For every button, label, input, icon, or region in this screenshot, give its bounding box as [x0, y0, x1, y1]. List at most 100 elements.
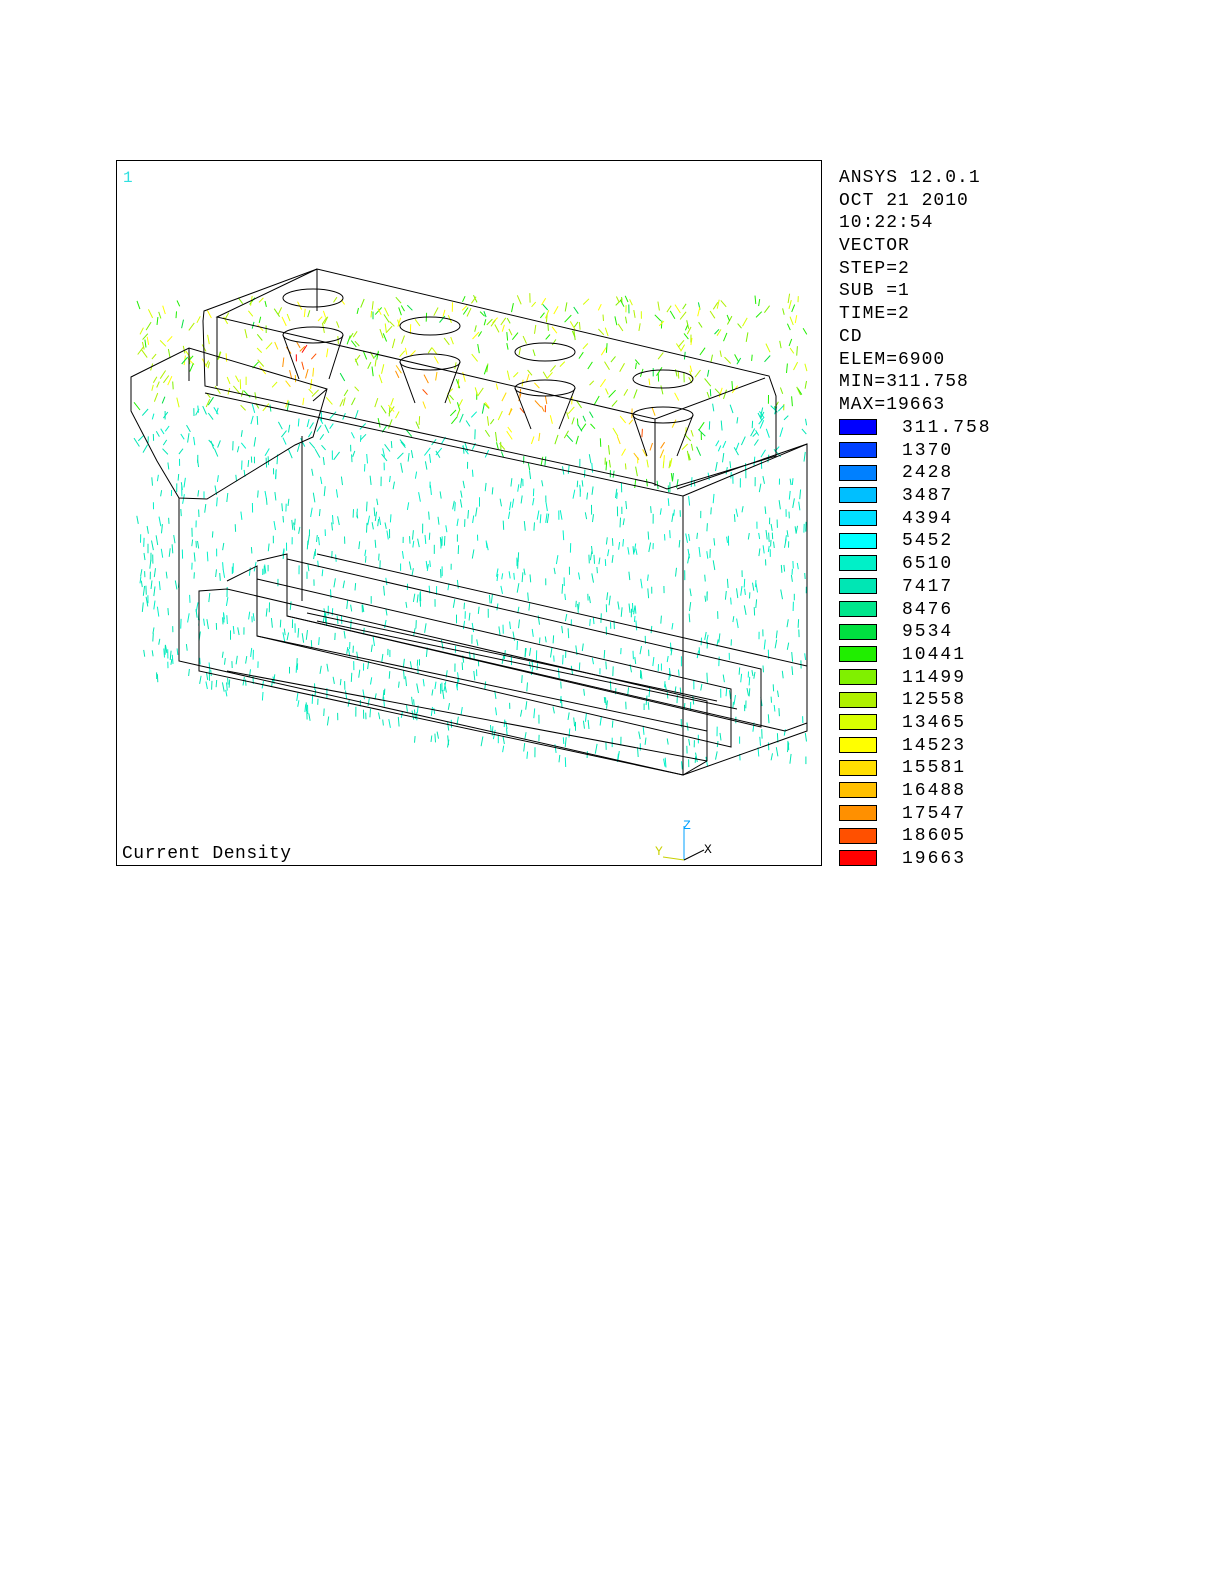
vector-arrow [779, 387, 784, 394]
vector-arrow [399, 350, 406, 358]
vector-arrow [745, 332, 749, 342]
vector-arrow [488, 594, 491, 604]
vector-arrow [265, 342, 273, 350]
vector-arrow [337, 516, 340, 526]
vector-arrow [635, 362, 637, 369]
vector-arrow [314, 448, 321, 458]
legend-swatch [839, 827, 877, 844]
vector-arrow [549, 415, 553, 424]
vector-arrow [141, 349, 148, 358]
vector-arrow [666, 692, 669, 699]
vector-arrow [352, 450, 356, 457]
vector-arrow [783, 415, 789, 421]
vector-arrow [454, 502, 456, 512]
vector-arrow [189, 363, 194, 372]
vector-arrow [805, 418, 808, 426]
vector-arrow [649, 442, 653, 451]
vector-arrow [197, 540, 200, 549]
vector-arrow [424, 534, 427, 544]
vector-arrow [612, 427, 619, 437]
vector-arrow [434, 681, 437, 690]
vector-arrow [199, 675, 202, 684]
vector-arrow [765, 428, 770, 438]
vector-arrow [152, 376, 158, 383]
vector-arrow [306, 419, 310, 428]
vector-arrow [162, 439, 168, 446]
plot-viewport[interactable]: Z Y X 1 Current Density [116, 160, 822, 866]
vector-arrow [445, 525, 448, 533]
vector-arrow [170, 658, 173, 665]
vector-arrow [409, 536, 411, 544]
vector-arrow [527, 369, 533, 376]
vector-arrow [529, 470, 532, 480]
vector-arrow [428, 511, 430, 520]
vector-arrow [521, 675, 523, 684]
vector-arrow [477, 606, 480, 614]
vector-arrow [141, 408, 149, 416]
vector-arrow [384, 443, 391, 452]
vector-arrow [780, 589, 783, 600]
vector-arrow [753, 456, 756, 466]
vector-arrow [322, 310, 327, 318]
vector-arrow [611, 400, 618, 407]
vector-arrow [783, 564, 786, 572]
vector-arrow [610, 356, 616, 363]
vector-arrow [495, 383, 499, 390]
vector-arrow [308, 713, 311, 721]
vector-arrow [160, 490, 163, 497]
vector-arrow [390, 398, 394, 406]
vector-arrow [719, 350, 722, 357]
vector-arrow [804, 732, 807, 742]
vector-arrow [225, 353, 228, 362]
info-substep: SUB =1 [839, 281, 910, 302]
vector-arrow [339, 372, 346, 382]
vector-arrow [611, 538, 614, 546]
info-max: MAX=19663 [839, 394, 946, 415]
vector-arrow [797, 619, 800, 628]
vector-arrow [803, 451, 806, 462]
vector-arrow [688, 496, 691, 506]
vector-arrow [240, 390, 244, 397]
vector-arrow [646, 478, 648, 487]
vector-arrow [704, 595, 707, 602]
vector-arrow [591, 462, 594, 473]
vector-arrow [250, 647, 253, 657]
vector-arrow [165, 571, 168, 579]
vector-arrow [576, 480, 579, 488]
legend-swatch [839, 578, 877, 595]
vector-arrow [736, 417, 739, 424]
vector-arrow [540, 456, 544, 466]
vector-arrow [506, 370, 510, 381]
vector-arrow [667, 498, 670, 506]
vector-arrow [321, 444, 326, 451]
vector-arrow [660, 441, 666, 449]
vector-arrow [237, 627, 240, 636]
vector-arrow [534, 382, 540, 389]
vector-arrow [591, 573, 594, 583]
vector-arrow [388, 419, 393, 429]
vector-arrow [499, 442, 506, 450]
vector-arrow [140, 569, 143, 577]
vector-arrow [271, 381, 278, 388]
vector-arrow [704, 378, 712, 387]
vector-arrow [549, 365, 556, 373]
vector-arrow [258, 297, 264, 303]
left-block [130, 347, 328, 500]
vector-arrow [452, 500, 455, 510]
vector-arrow [183, 477, 186, 488]
vector-arrow [161, 396, 166, 404]
vector-arrow [718, 633, 721, 643]
vector-arrow [143, 649, 146, 657]
vector-arrow [710, 354, 713, 363]
vector-arrow [228, 679, 231, 688]
vector-arrow [384, 323, 387, 333]
vector-arrow [202, 405, 207, 415]
vector-arrow [178, 448, 184, 455]
legend-swatch [839, 510, 877, 527]
vector-arrow [485, 540, 488, 548]
vector-arrow [297, 628, 300, 638]
vector-arrow [159, 370, 167, 379]
vector-arrow [203, 618, 205, 626]
legend-value: 16488 [902, 781, 967, 801]
vector-arrow [532, 497, 535, 506]
